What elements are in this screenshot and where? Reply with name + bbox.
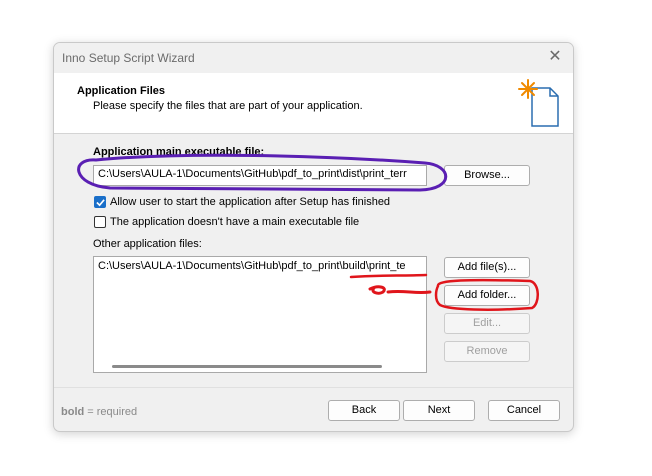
footer-divider <box>54 387 573 388</box>
close-icon[interactable]: ✕ <box>545 47 565 67</box>
wizard-dialog: Inno Setup Script Wizard ✕ Application F… <box>53 42 574 432</box>
add-files-button[interactable]: Add file(s)... <box>444 257 530 278</box>
no-main-exe-checkbox[interactable] <box>94 216 106 228</box>
horizontal-scrollbar[interactable] <box>112 365 382 368</box>
title-bar: Inno Setup Script Wizard ✕ <box>54 43 573 73</box>
remove-button[interactable]: Remove <box>444 341 530 362</box>
browse-button[interactable]: Browse... <box>444 165 530 186</box>
other-files-label: Other application files: <box>93 238 202 250</box>
cancel-button[interactable]: Cancel <box>488 400 560 421</box>
allow-start-checkbox[interactable] <box>94 196 106 208</box>
edit-button[interactable]: Edit... <box>444 313 530 334</box>
required-legend-bold: bold <box>61 406 85 418</box>
other-files-list[interactable]: C:\Users\AULA-1\Documents\GitHub\pdf_to_… <box>93 256 427 373</box>
document-sparkle-icon <box>518 79 559 127</box>
wizard-header: Application Files Please specify the fil… <box>54 73 573 133</box>
next-button[interactable]: Next <box>403 400 475 421</box>
required-legend-text: = required <box>87 406 138 418</box>
required-legend: bold = required <box>61 406 137 418</box>
main-exe-field[interactable]: C:\Users\AULA-1\Documents\GitHub\pdf_to_… <box>93 165 427 186</box>
page-subtitle: Please specify the files that are part o… <box>93 100 363 112</box>
window-title: Inno Setup Script Wizard <box>62 51 195 65</box>
add-folder-button[interactable]: Add folder... <box>444 285 530 306</box>
allow-start-label[interactable]: Allow user to start the application afte… <box>110 196 390 208</box>
header-divider <box>54 133 573 134</box>
no-main-exe-label[interactable]: The application doesn't have a main exec… <box>110 216 359 228</box>
page-title: Application Files <box>77 85 166 97</box>
checkmark-icon <box>96 199 105 207</box>
back-button[interactable]: Back <box>328 400 400 421</box>
main-exe-label: Application main executable file: <box>93 146 265 158</box>
list-item[interactable]: C:\Users\AULA-1\Documents\GitHub\pdf_to_… <box>98 260 406 272</box>
